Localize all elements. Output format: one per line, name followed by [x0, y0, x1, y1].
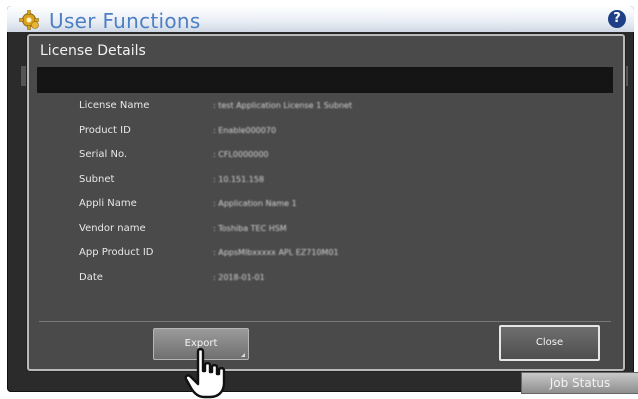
detail-label: Appli Name [79, 198, 137, 209]
dialog-title: License Details [40, 43, 146, 59]
detail-label: Serial No. [79, 149, 128, 160]
detail-row-vendor-name: Vendor name : Toshiba TEC HSM [79, 222, 599, 247]
license-details-list: License Name : test Application License … [79, 99, 599, 295]
detail-label: Product ID [79, 124, 131, 136]
submenu-corner-icon [241, 353, 245, 357]
detail-value: : 2018-01-01 [213, 272, 265, 282]
detail-row-product-id: Product ID : Enable000070 [79, 124, 599, 149]
detail-value: : test Application License 1 Subnet [213, 101, 353, 110]
close-button[interactable]: Close [499, 325, 600, 361]
detail-row-subnet: Subnet : 10.151.158 [79, 173, 599, 198]
detail-label: License Name [79, 100, 150, 111]
detail-row-appli-name: Appli Name : Application Name 1 [79, 197, 599, 222]
detail-value: : Application Name 1 [213, 199, 297, 208]
license-details-dialog: License Details License Name : test Appl… [27, 34, 625, 371]
detail-row-date: Date : 2018-01-01 [79, 271, 599, 296]
detail-value: : Toshiba TEC HSM [213, 223, 287, 233]
detail-value: : Enable000070 [213, 125, 277, 135]
detail-label: Subnet [79, 173, 115, 185]
gear-icon [19, 10, 39, 30]
detail-label: Vendor name [79, 222, 146, 234]
top-bar: User Functions ? [7, 6, 634, 33]
dialog-header-band [37, 67, 613, 93]
divider [39, 321, 611, 322]
detail-label: Date [79, 271, 103, 283]
detail-label: App Product ID [79, 247, 154, 258]
detail-value: : AppsMlbxxxxx APL EZ710M01 [213, 248, 339, 257]
job-status-button[interactable]: Job Status [521, 372, 638, 394]
detail-value: : CFL0000000 [213, 150, 269, 159]
app-title: User Functions [49, 9, 201, 33]
detail-row-app-product-id: App Product ID : AppsMlbxxxxx APL EZ710M… [79, 246, 599, 271]
detail-row-license-name: License Name : test Application License … [79, 99, 599, 124]
detail-value: : 10.151.158 [213, 174, 265, 184]
pointing-hand-icon [184, 347, 226, 399]
detail-row-serial-no: Serial No. : CFL0000000 [79, 148, 599, 173]
question-mark-icon[interactable]: ? [608, 10, 626, 28]
